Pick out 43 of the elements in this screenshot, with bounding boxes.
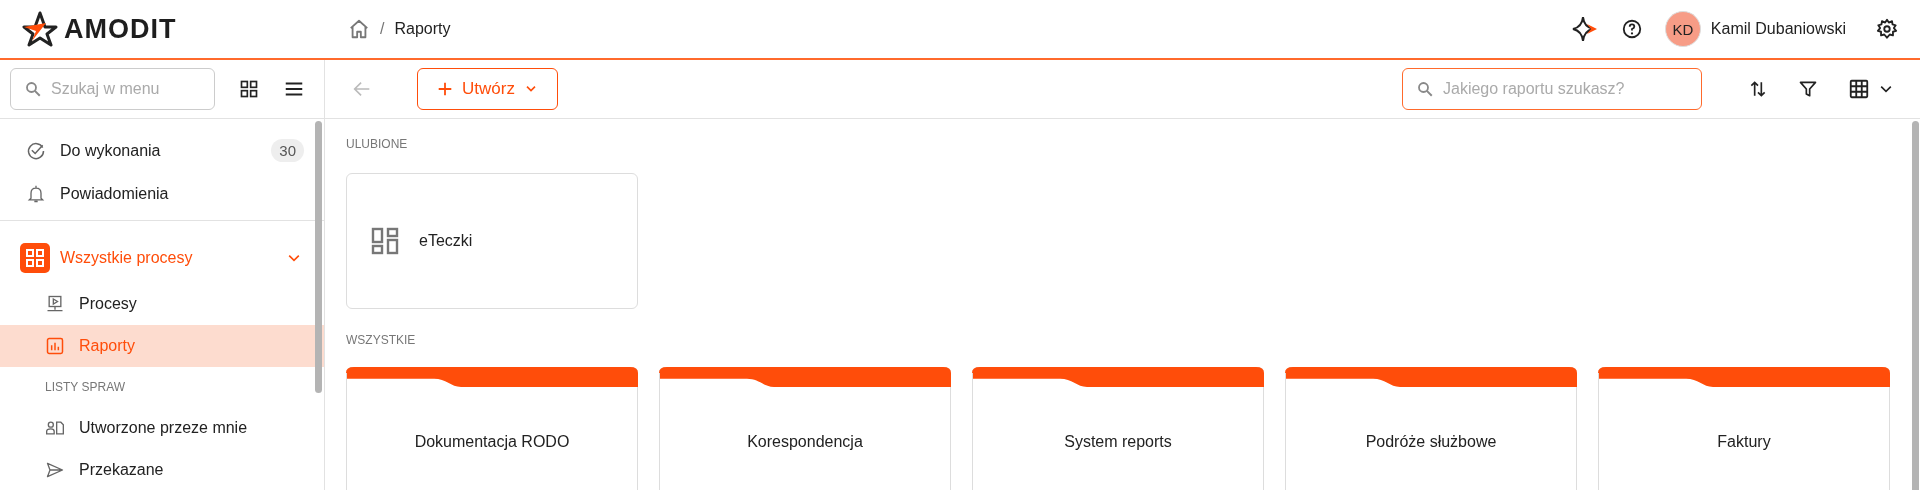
bell-icon bbox=[26, 183, 46, 204]
sidebar-item[interactable]: Przekazane bbox=[0, 449, 324, 490]
section-title: ULUBIONE bbox=[346, 137, 409, 151]
star-logo-icon bbox=[22, 11, 58, 47]
count-badge: 30 bbox=[271, 139, 304, 162]
folder-card[interactable]: Podróże służbowe bbox=[1285, 367, 1577, 490]
favorite-card[interactable]: eTeczki bbox=[346, 173, 638, 309]
scrollbar[interactable] bbox=[1912, 121, 1919, 490]
grid-view-icon[interactable] bbox=[239, 79, 259, 99]
table-view-icon[interactable] bbox=[1848, 78, 1870, 100]
help-icon[interactable] bbox=[1620, 18, 1643, 40]
sidebar-item[interactable]: Procesy bbox=[0, 283, 324, 325]
dashboard-icon bbox=[371, 227, 399, 255]
folder-card[interactable]: Faktury bbox=[1598, 367, 1890, 490]
section-title: WSZYSTKIE bbox=[346, 333, 417, 347]
breadcrumb-separator: / bbox=[380, 20, 385, 38]
sparkle-icon[interactable] bbox=[1570, 15, 1599, 43]
section-label: LISTY SPRAW bbox=[44, 379, 127, 396]
logo-text: AMODIT bbox=[64, 13, 177, 45]
user-avatar[interactable]: KD bbox=[1664, 11, 1701, 47]
folder-card[interactable]: System reports bbox=[972, 367, 1264, 490]
sidebar-item[interactable]: Utworzone przeze mnie bbox=[0, 407, 324, 449]
apps-icon bbox=[20, 243, 50, 273]
check-circle-icon bbox=[26, 140, 46, 161]
report-search-field[interactable]: Jakiego raportu szukasz? bbox=[1402, 68, 1702, 110]
folder-card[interactable]: Korespondencja bbox=[659, 367, 951, 490]
search-icon bbox=[1416, 80, 1434, 98]
search-icon bbox=[24, 80, 42, 98]
monitor-icon bbox=[45, 294, 65, 314]
bar-chart-icon bbox=[45, 336, 65, 356]
plus-icon bbox=[436, 80, 454, 98]
home-icon[interactable] bbox=[348, 18, 370, 40]
breadcrumb-item[interactable]: Raporty bbox=[394, 20, 451, 38]
scrollbar[interactable] bbox=[315, 121, 322, 393]
sort-icon[interactable] bbox=[1748, 79, 1768, 99]
menu-search-field[interactable]: Szukaj w menu bbox=[10, 68, 215, 110]
sidebar-item[interactable]: Powiadomienia bbox=[0, 172, 324, 215]
filter-icon[interactable] bbox=[1798, 79, 1818, 99]
folder-card[interactable]: Dokumentacja RODO bbox=[346, 367, 638, 490]
sidebar-item[interactable]: Do wykonania 30 bbox=[0, 129, 324, 172]
user-name[interactable]: Kamil Dubaniowski bbox=[1710, 20, 1846, 38]
send-icon bbox=[45, 460, 65, 480]
settings-icon[interactable] bbox=[1876, 18, 1898, 40]
